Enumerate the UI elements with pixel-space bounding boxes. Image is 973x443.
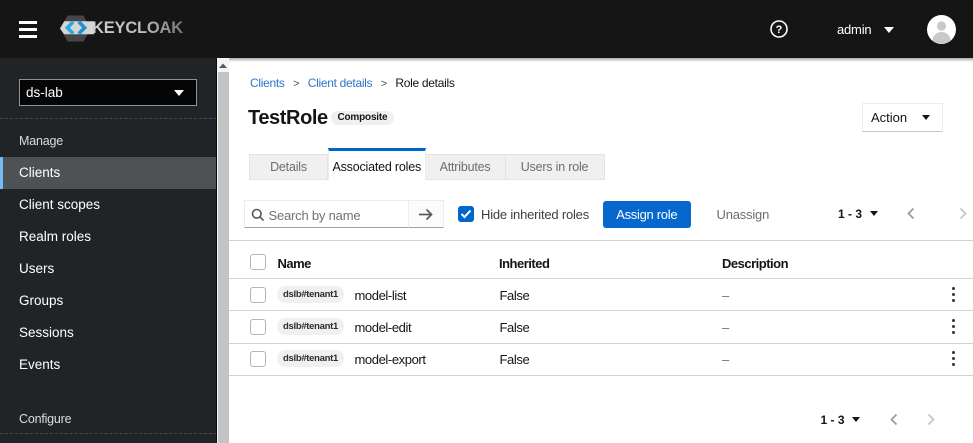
svg-text:?: ? [776,24,783,36]
